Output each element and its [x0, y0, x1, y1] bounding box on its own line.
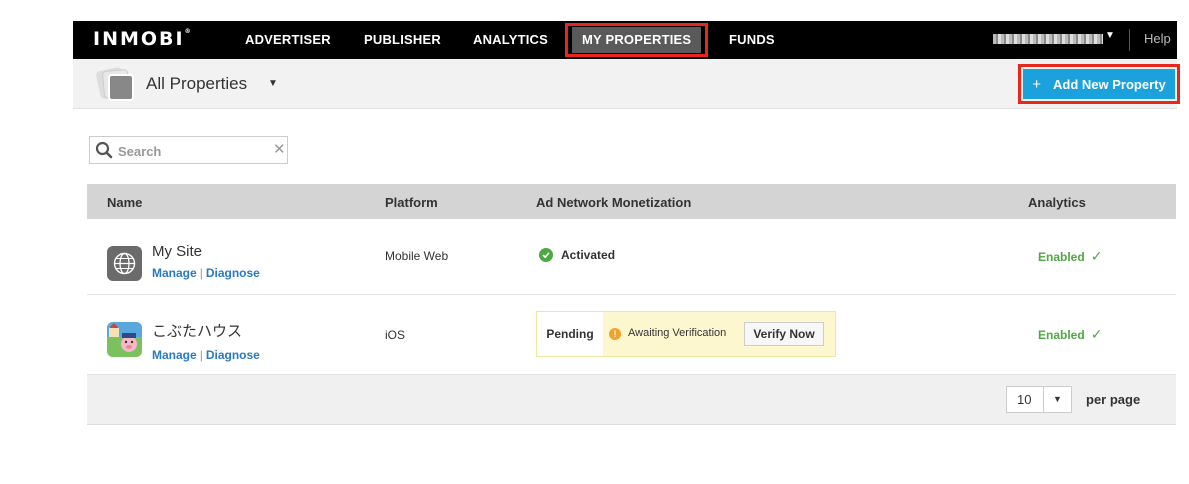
pending-details: ! Awaiting Verification Verify Now	[603, 312, 835, 356]
nav-funds[interactable]: FUNDS	[729, 21, 775, 59]
nav-my-properties-label: MY PROPERTIES	[572, 27, 702, 53]
nav-help-link[interactable]: Help	[1144, 21, 1171, 57]
per-page-value: 10	[1017, 392, 1032, 407]
manage-link[interactable]: Manage	[152, 348, 197, 362]
nav-analytics[interactable]: ANALYTICS	[473, 21, 548, 59]
checkmark-icon: ✓	[1090, 248, 1103, 264]
page-header: All Properties ▼ + Add New Property	[73, 59, 1180, 109]
inmobi-logo[interactable]: INMOBI®	[93, 28, 193, 50]
analytics-label: Enabled	[1038, 249, 1085, 264]
table-row: My Site Manage | Diagnose Mobile Web Activ…	[87, 219, 1176, 295]
add-new-property-label: Add New Property	[1053, 76, 1166, 92]
property-name[interactable]: こぶたハウス	[152, 320, 242, 341]
header-name[interactable]: Name	[107, 195, 142, 210]
table-header: Name Platform Ad Network Monetization An…	[87, 184, 1176, 219]
caret-down-icon[interactable]: ▼	[1105, 30, 1115, 41]
plus-icon: +	[1032, 75, 1042, 93]
per-page-label: per page	[1086, 392, 1141, 407]
user-account-name[interactable]	[993, 34, 1103, 44]
clear-search-icon[interactable]: ✕	[273, 140, 286, 158]
checkmark-icon: ✓	[1090, 326, 1103, 342]
globe-icon	[107, 246, 142, 281]
top-nav: INMOBI® ADVERTISER PUBLISHER ANALYTICS M…	[73, 21, 1177, 59]
per-page-select[interactable]: 10 ▼	[1006, 386, 1072, 413]
analytics-label: Enabled	[1038, 327, 1085, 342]
status-label: Pending	[537, 312, 603, 356]
properties-table: Name Platform Ad Network Monetization An…	[87, 184, 1176, 425]
platform-value: iOS	[385, 328, 406, 342]
manage-link[interactable]: Manage	[152, 266, 197, 280]
check-circle-icon	[539, 248, 553, 262]
verify-now-button[interactable]: Verify Now	[744, 322, 824, 346]
nav-divider	[1129, 29, 1130, 51]
header-platform[interactable]: Platform	[385, 195, 438, 210]
analytics-status: Enabled ✓	[1038, 326, 1102, 343]
header-analytics[interactable]: Analytics	[1028, 195, 1086, 210]
diagnose-link[interactable]: Diagnose	[206, 266, 260, 280]
analytics-status: Enabled ✓	[1038, 248, 1102, 265]
table-footer: 10 ▼ per page	[87, 375, 1176, 425]
platform-value: Mobile Web	[385, 249, 449, 263]
property-selector[interactable]: All Properties	[146, 74, 247, 94]
header-monetization[interactable]: Ad Network Monetization	[536, 195, 691, 210]
status-detail: Awaiting Verification	[628, 327, 727, 339]
app-icon	[107, 322, 142, 357]
status-label: Activated	[561, 248, 616, 262]
property-links: Manage | Diagnose	[152, 266, 260, 280]
add-property-highlight: + Add New Property	[1018, 64, 1180, 104]
nav-my-properties[interactable]: MY PROPERTIES	[565, 23, 709, 57]
nav-advertiser[interactable]: ADVERTISER	[245, 21, 331, 59]
pending-status-box: Pending ! Awaiting Verification Verify N…	[536, 311, 836, 357]
warning-icon: !	[609, 328, 621, 340]
nav-publisher[interactable]: PUBLISHER	[364, 21, 441, 59]
chevron-down-icon[interactable]: ▼	[268, 78, 278, 89]
monetization-status: Activated	[539, 248, 615, 262]
property-links: Manage | Diagnose	[152, 348, 260, 362]
add-new-property-button[interactable]: + Add New Property	[1023, 69, 1175, 99]
search-box: ✕	[89, 136, 288, 164]
search-icon	[95, 141, 113, 159]
table-row: こぶたハウス Manage | Diagnose iOS Pending ! Awa…	[87, 295, 1176, 375]
property-name[interactable]: My Site	[152, 243, 202, 260]
search-input[interactable]	[118, 141, 268, 161]
chevron-down-icon[interactable]: ▼	[1043, 387, 1071, 412]
properties-stack-icon	[95, 66, 134, 103]
diagnose-link[interactable]: Diagnose	[206, 348, 260, 362]
